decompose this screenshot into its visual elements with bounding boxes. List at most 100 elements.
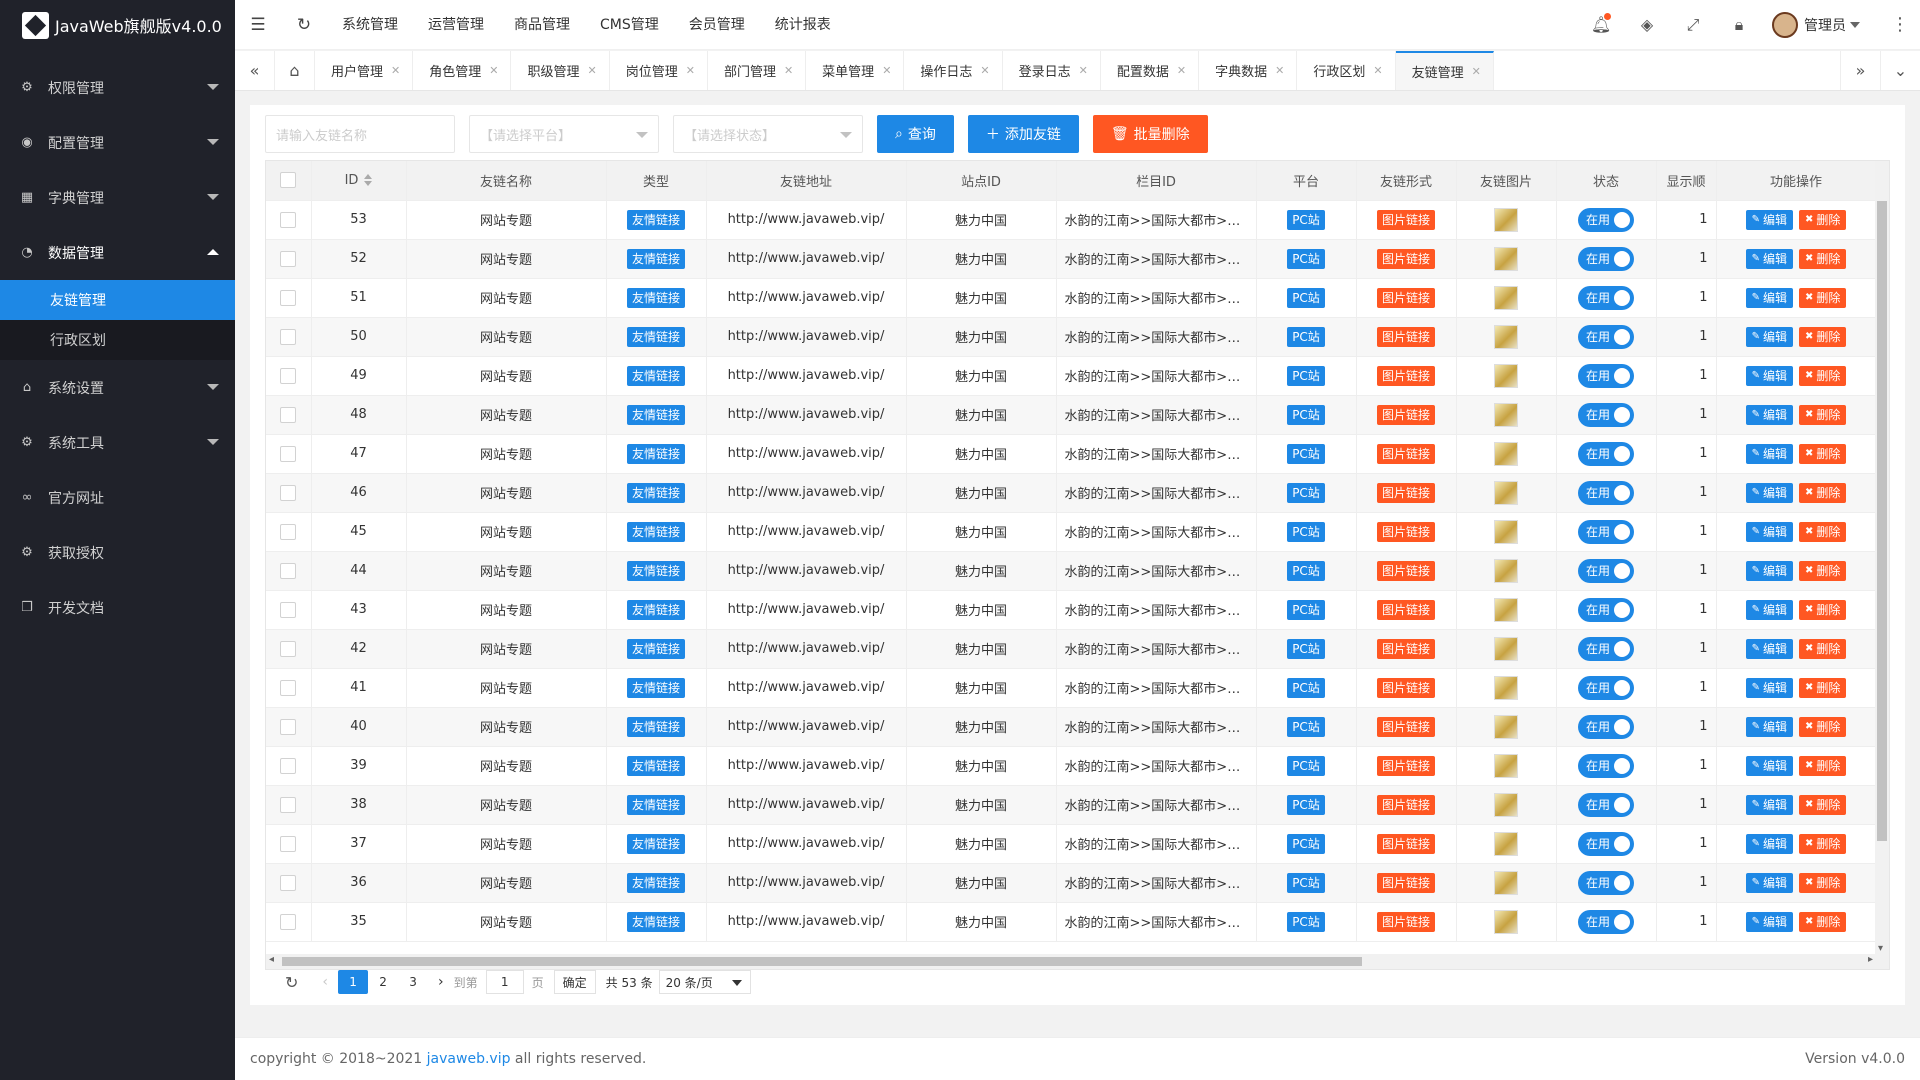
top-nav-item[interactable]: 统计报表	[760, 0, 846, 50]
close-icon[interactable]: ✕	[391, 64, 400, 77]
row-checkbox[interactable]	[280, 796, 297, 813]
sidebar-subitem-1[interactable]: 行政区划	[0, 320, 235, 360]
row-checkbox[interactable]	[280, 835, 297, 852]
top-nav-item[interactable]: 运营管理	[413, 0, 499, 50]
delete-button[interactable]: ✖ 删除	[1799, 716, 1847, 737]
link-image-thumbnail[interactable]	[1494, 597, 1518, 622]
link-image-thumbnail[interactable]	[1494, 207, 1518, 232]
status-toggle[interactable]: 在用	[1578, 246, 1634, 271]
sidebar-item-2[interactable]: ▦ 字典管理	[0, 170, 235, 225]
page-number[interactable]: 1	[338, 970, 369, 994]
delete-button[interactable]: ✖ 删除	[1799, 911, 1847, 932]
delete-button[interactable]: ✖ 删除	[1799, 326, 1847, 347]
status-toggle[interactable]: 在用	[1578, 441, 1634, 466]
top-nav-item[interactable]: 商品管理	[499, 0, 585, 50]
status-toggle[interactable]: 在用	[1578, 285, 1634, 310]
vertical-scroll-thumb[interactable]	[1877, 201, 1887, 841]
delete-button[interactable]: ✖ 删除	[1799, 560, 1847, 581]
edit-button[interactable]: ✎ 编辑	[1745, 248, 1793, 269]
close-icon[interactable]: ✕	[784, 64, 793, 77]
close-icon[interactable]: ✕	[1373, 64, 1382, 77]
link-image-thumbnail[interactable]	[1494, 519, 1518, 544]
add-link-button[interactable]: ＋ 添加友链	[967, 115, 1079, 153]
menu-toggle-icon[interactable]: ☰	[235, 0, 281, 50]
status-toggle[interactable]: 在用	[1578, 480, 1634, 505]
link-image-thumbnail[interactable]	[1494, 831, 1518, 856]
scroll-left-icon[interactable]: ◂	[269, 954, 274, 965]
delete-button[interactable]: ✖ 删除	[1799, 833, 1847, 854]
link-image-thumbnail[interactable]	[1494, 909, 1518, 934]
refresh-icon[interactable]: ↻	[285, 973, 298, 992]
page-number[interactable]: 2	[368, 970, 398, 994]
tabs-left-icon[interactable]: «	[235, 51, 275, 90]
status-toggle[interactable]: 在用	[1578, 402, 1634, 427]
page-number[interactable]: 3	[398, 970, 428, 994]
row-checkbox[interactable]	[280, 640, 297, 657]
edit-button[interactable]: ✎ 编辑	[1745, 404, 1793, 425]
edit-button[interactable]: ✎ 编辑	[1745, 716, 1793, 737]
status-toggle[interactable]: 在用	[1578, 792, 1634, 817]
platform-select[interactable]: 【请选择平台】	[469, 115, 659, 153]
batch-delete-button[interactable]: 🗑︎ 批量删除	[1092, 115, 1208, 153]
edit-button[interactable]: ✎ 编辑	[1745, 599, 1793, 620]
delete-button[interactable]: ✖ 删除	[1799, 755, 1847, 776]
row-checkbox[interactable]	[280, 367, 297, 384]
edit-button[interactable]: ✎ 编辑	[1745, 560, 1793, 581]
horizontal-scroll-thumb[interactable]	[282, 957, 1362, 966]
tab-item[interactable]: 用户管理 ✕	[315, 51, 414, 90]
tab-item[interactable]: 字典数据 ✕	[1199, 51, 1298, 90]
edit-button[interactable]: ✎ 编辑	[1745, 911, 1793, 932]
row-checkbox[interactable]	[280, 406, 297, 423]
sort-icon[interactable]	[364, 174, 373, 187]
status-toggle[interactable]: 在用	[1578, 636, 1634, 661]
close-icon[interactable]: ✕	[489, 64, 498, 77]
delete-button[interactable]: ✖ 删除	[1799, 365, 1847, 386]
edit-button[interactable]: ✎ 编辑	[1745, 638, 1793, 659]
tabs-right-icon[interactable]: »	[1840, 51, 1880, 90]
link-image-thumbnail[interactable]	[1494, 870, 1518, 895]
goto-page-input[interactable]: 1	[485, 970, 524, 994]
tabs-dropdown-icon[interactable]: ⌄	[1880, 51, 1920, 90]
status-toggle[interactable]: 在用	[1578, 207, 1634, 232]
edit-button[interactable]: ✎ 编辑	[1745, 521, 1793, 542]
edit-button[interactable]: ✎ 编辑	[1745, 443, 1793, 464]
close-icon[interactable]: ✕	[1472, 65, 1481, 78]
next-page-icon[interactable]: ›	[438, 974, 444, 990]
link-image-thumbnail[interactable]	[1494, 363, 1518, 388]
link-image-thumbnail[interactable]	[1494, 675, 1518, 700]
tab-item[interactable]: 行政区划 ✕	[1297, 51, 1396, 90]
status-toggle[interactable]: 在用	[1578, 831, 1634, 856]
link-image-thumbnail[interactable]	[1494, 285, 1518, 310]
tab-item[interactable]: 配置数据 ✕	[1101, 51, 1200, 90]
top-nav-item[interactable]: CMS管理	[585, 0, 674, 50]
more-vertical-icon[interactable]: ⋮	[1880, 14, 1920, 35]
link-image-thumbnail[interactable]	[1494, 246, 1518, 271]
link-name-input[interactable]: 请输入友链名称	[265, 115, 455, 153]
delete-button[interactable]: ✖ 删除	[1799, 599, 1847, 620]
row-checkbox[interactable]	[280, 679, 297, 696]
sidebar-item-1[interactable]: ◉ 配置管理	[0, 115, 235, 170]
fullscreen-icon[interactable]: ⤢	[1670, 0, 1716, 50]
status-toggle[interactable]: 在用	[1578, 597, 1634, 622]
user-menu[interactable]: 管理员	[1762, 11, 1880, 38]
status-toggle[interactable]: 在用	[1578, 558, 1634, 583]
link-image-thumbnail[interactable]	[1494, 324, 1518, 349]
sidebar-item-8[interactable]: ❒ 开发文档	[0, 580, 235, 635]
sidebar-item-7[interactable]: ⚙ 获取授权	[0, 525, 235, 580]
row-checkbox[interactable]	[280, 874, 297, 891]
delete-button[interactable]: ✖ 删除	[1799, 248, 1847, 269]
sidebar-item-6[interactable]: ∞ 官方网址	[0, 470, 235, 525]
tab-item[interactable]: 职级管理 ✕	[511, 51, 610, 90]
row-checkbox[interactable]	[280, 913, 297, 930]
sidebar-subitem-0[interactable]: 友链管理	[0, 280, 235, 320]
row-checkbox[interactable]	[280, 757, 297, 774]
delete-button[interactable]: ✖ 删除	[1799, 677, 1847, 698]
close-icon[interactable]: ✕	[980, 64, 989, 77]
delete-button[interactable]: ✖ 删除	[1799, 872, 1847, 893]
row-checkbox[interactable]	[280, 523, 297, 540]
status-toggle[interactable]: 在用	[1578, 714, 1634, 739]
app-logo[interactable]: JavaWeb旗舰版v4.0.0	[0, 0, 235, 50]
edit-button[interactable]: ✎ 编辑	[1745, 482, 1793, 503]
edit-button[interactable]: ✎ 编辑	[1745, 365, 1793, 386]
tab-item[interactable]: 岗位管理 ✕	[610, 51, 708, 90]
